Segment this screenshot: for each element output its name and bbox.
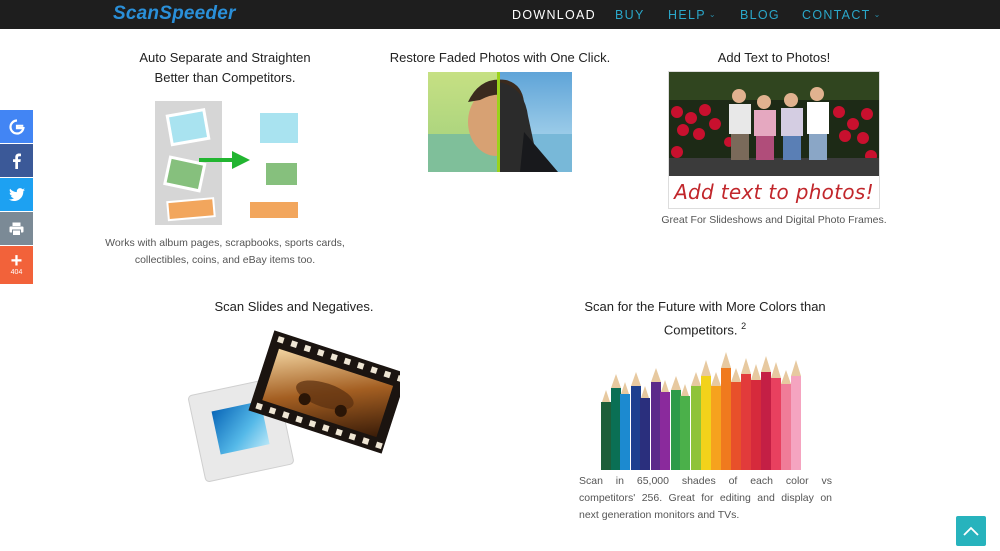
share-more-button[interactable]: + 404 bbox=[0, 246, 33, 284]
restore-faded-photo bbox=[428, 72, 572, 172]
feature-restore-title: Restore Faded Photos with One Click. bbox=[389, 50, 611, 65]
feature-separate-title: Auto Separate and Straighten Better than… bbox=[112, 48, 338, 87]
share-count: 404 bbox=[10, 269, 23, 276]
plus-icon: + bbox=[10, 250, 23, 272]
scanspeeder-logo[interactable]: ScanSpeeder bbox=[113, 3, 236, 25]
feature-addtext-caption: Great For Slideshows and Digital Photo F… bbox=[661, 214, 887, 226]
share-google-button[interactable] bbox=[0, 110, 33, 143]
feature-separate-caption-line2: collectibles, coins, and eBay items too. bbox=[134, 254, 316, 266]
print-icon bbox=[9, 222, 24, 236]
feature-colors-caption-line1: Scan in 65,000 shades of each color vs bbox=[579, 475, 832, 487]
nav-download-label: DOWNLOAD bbox=[512, 7, 597, 22]
feature-colors-caption-line2: competitors' 256. Great for editing and … bbox=[579, 492, 832, 504]
nav-buy-label: BUY bbox=[615, 7, 645, 22]
nav-download-link[interactable]: DOWNLOAD bbox=[512, 0, 596, 29]
nav-buy-link[interactable]: BUY bbox=[615, 0, 645, 29]
nav-blog-link[interactable]: BLOG bbox=[740, 0, 780, 29]
photo-overlay-text: Add text to photos! bbox=[674, 180, 874, 204]
chevron-up-icon bbox=[963, 526, 979, 536]
chevron-down-icon: ⌄ bbox=[708, 10, 716, 19]
top-navigation-bar: ScanSpeeder DOWNLOAD BUY HELP ⌄ BLOG CONT… bbox=[0, 0, 1000, 29]
feature-separate-title-line1: Auto Separate and Straighten bbox=[139, 50, 311, 65]
feature-separate-caption-line1: Works with album pages, scrapbooks, spor… bbox=[105, 237, 345, 249]
feature-slides-title: Scan Slides and Negatives. bbox=[214, 299, 374, 314]
feature-colors-title: Scan for the Future with More Colors tha… bbox=[578, 297, 832, 339]
nav-contact-label: CONTACT bbox=[802, 7, 871, 22]
nav-contact-dropdown[interactable]: CONTACT ⌄ bbox=[802, 0, 880, 29]
add-text-photo: Add text to photos! bbox=[668, 71, 880, 209]
nav-help-label: HELP bbox=[668, 7, 706, 22]
feature-colors-title-line2: Competitors. bbox=[663, 321, 738, 337]
auto-separate-illustration bbox=[155, 101, 305, 225]
feature-separate-caption: Works with album pages, scrapbooks, spor… bbox=[85, 235, 365, 269]
footnote-marker: 2 bbox=[741, 320, 747, 331]
twitter-icon bbox=[8, 187, 25, 201]
nav-help-dropdown[interactable]: HELP ⌄ bbox=[668, 0, 716, 29]
share-facebook-button[interactable] bbox=[0, 144, 33, 177]
feature-colors-title-line1: Scan for the Future with More Colors tha… bbox=[584, 299, 826, 314]
scroll-to-top-button[interactable] bbox=[956, 516, 986, 546]
feature-addtext-title: Add Text to Photos! bbox=[717, 50, 831, 65]
chevron-down-icon: ⌄ bbox=[873, 10, 881, 19]
google-icon bbox=[8, 118, 25, 135]
slides-negatives-illustration bbox=[188, 322, 400, 482]
colored-pencils-image bbox=[598, 346, 812, 470]
feature-colors-caption: Scan in 65,000 shades of each color vs c… bbox=[579, 473, 832, 524]
share-print-button[interactable] bbox=[0, 212, 33, 245]
facebook-icon bbox=[12, 153, 21, 169]
share-twitter-button[interactable] bbox=[0, 178, 33, 211]
feature-separate-title-line2: Better than Competitors. bbox=[154, 69, 296, 85]
feature-colors-caption-line3: next generation monitors and TVs. bbox=[579, 509, 740, 521]
nav-blog-label: BLOG bbox=[740, 7, 780, 22]
